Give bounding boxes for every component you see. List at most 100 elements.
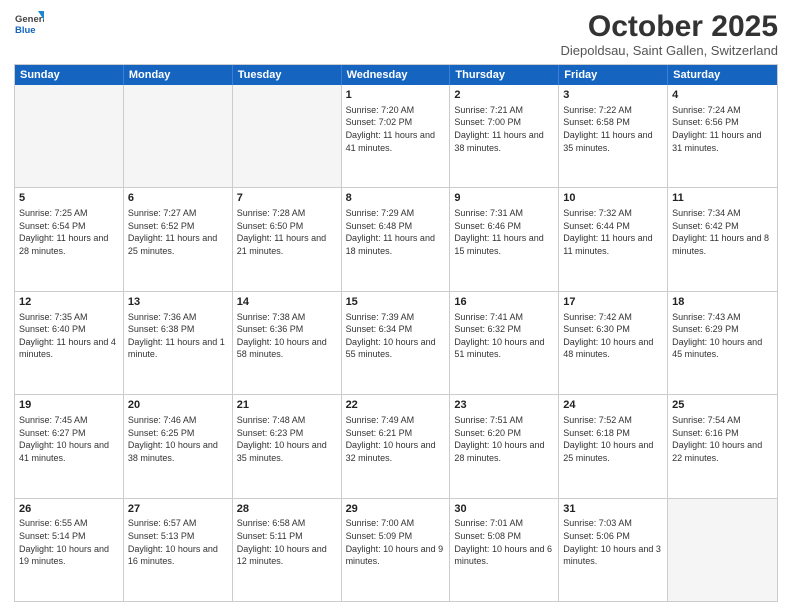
cell-info-11: Sunrise: 7:34 AM Sunset: 6:42 PM Dayligh… xyxy=(672,207,773,257)
cell-info-15: Sunrise: 7:39 AM Sunset: 6:34 PM Dayligh… xyxy=(346,311,446,361)
cell-info-29: Sunrise: 7:00 AM Sunset: 5:09 PM Dayligh… xyxy=(346,517,446,567)
week-row-4: 26Sunrise: 6:55 AM Sunset: 5:14 PM Dayli… xyxy=(15,498,777,601)
cal-cell-1-1: 6Sunrise: 7:27 AM Sunset: 6:52 PM Daylig… xyxy=(124,188,233,290)
title-block: October 2025 Diepoldsau, Saint Gallen, S… xyxy=(560,10,778,58)
cal-cell-3-5: 24Sunrise: 7:52 AM Sunset: 6:18 PM Dayli… xyxy=(559,395,668,497)
cal-cell-0-6: 4Sunrise: 7:24 AM Sunset: 6:56 PM Daylig… xyxy=(668,85,777,187)
calendar: Sunday Monday Tuesday Wednesday Thursday… xyxy=(14,64,778,602)
day-num-18: 18 xyxy=(672,295,773,310)
cal-cell-3-1: 20Sunrise: 7:46 AM Sunset: 6:25 PM Dayli… xyxy=(124,395,233,497)
day-num-6: 6 xyxy=(128,191,228,206)
logo-svg: General Blue xyxy=(14,10,44,40)
day-num-2: 2 xyxy=(454,88,554,103)
cal-cell-4-2: 28Sunrise: 6:58 AM Sunset: 5:11 PM Dayli… xyxy=(233,499,342,601)
day-num-25: 25 xyxy=(672,398,773,413)
day-num-20: 20 xyxy=(128,398,228,413)
cell-info-18: Sunrise: 7:43 AM Sunset: 6:29 PM Dayligh… xyxy=(672,311,773,361)
header-sunday: Sunday xyxy=(15,65,124,85)
cal-cell-0-1 xyxy=(124,85,233,187)
header: General Blue October 2025 Diepoldsau, Sa… xyxy=(14,10,778,58)
cal-cell-3-0: 19Sunrise: 7:45 AM Sunset: 6:27 PM Dayli… xyxy=(15,395,124,497)
day-num-10: 10 xyxy=(563,191,663,206)
cal-cell-0-3: 1Sunrise: 7:20 AM Sunset: 7:02 PM Daylig… xyxy=(342,85,451,187)
cal-cell-4-4: 30Sunrise: 7:01 AM Sunset: 5:08 PM Dayli… xyxy=(450,499,559,601)
cell-info-12: Sunrise: 7:35 AM Sunset: 6:40 PM Dayligh… xyxy=(19,311,119,361)
svg-text:Blue: Blue xyxy=(15,25,36,36)
day-num-11: 11 xyxy=(672,191,773,206)
cal-cell-4-1: 27Sunrise: 6:57 AM Sunset: 5:13 PM Dayli… xyxy=(124,499,233,601)
cal-cell-2-6: 18Sunrise: 7:43 AM Sunset: 6:29 PM Dayli… xyxy=(668,292,777,394)
day-num-30: 30 xyxy=(454,502,554,517)
cal-cell-2-1: 13Sunrise: 7:36 AM Sunset: 6:38 PM Dayli… xyxy=(124,292,233,394)
cell-info-28: Sunrise: 6:58 AM Sunset: 5:11 PM Dayligh… xyxy=(237,517,337,567)
cell-info-30: Sunrise: 7:01 AM Sunset: 5:08 PM Dayligh… xyxy=(454,517,554,567)
day-num-13: 13 xyxy=(128,295,228,310)
day-num-8: 8 xyxy=(346,191,446,206)
cal-cell-3-6: 25Sunrise: 7:54 AM Sunset: 6:16 PM Dayli… xyxy=(668,395,777,497)
cell-info-17: Sunrise: 7:42 AM Sunset: 6:30 PM Dayligh… xyxy=(563,311,663,361)
week-row-2: 12Sunrise: 7:35 AM Sunset: 6:40 PM Dayli… xyxy=(15,291,777,394)
page: General Blue October 2025 Diepoldsau, Sa… xyxy=(0,0,792,612)
header-saturday: Saturday xyxy=(668,65,777,85)
cell-info-2: Sunrise: 7:21 AM Sunset: 7:00 PM Dayligh… xyxy=(454,104,554,154)
cell-info-23: Sunrise: 7:51 AM Sunset: 6:20 PM Dayligh… xyxy=(454,414,554,464)
cal-cell-4-3: 29Sunrise: 7:00 AM Sunset: 5:09 PM Dayli… xyxy=(342,499,451,601)
cal-cell-2-4: 16Sunrise: 7:41 AM Sunset: 6:32 PM Dayli… xyxy=(450,292,559,394)
calendar-header: Sunday Monday Tuesday Wednesday Thursday… xyxy=(15,65,777,85)
cell-info-9: Sunrise: 7:31 AM Sunset: 6:46 PM Dayligh… xyxy=(454,207,554,257)
day-num-31: 31 xyxy=(563,502,663,517)
week-row-3: 19Sunrise: 7:45 AM Sunset: 6:27 PM Dayli… xyxy=(15,394,777,497)
header-thursday: Thursday xyxy=(450,65,559,85)
cell-info-3: Sunrise: 7:22 AM Sunset: 6:58 PM Dayligh… xyxy=(563,104,663,154)
day-num-5: 5 xyxy=(19,191,119,206)
cal-cell-2-0: 12Sunrise: 7:35 AM Sunset: 6:40 PM Dayli… xyxy=(15,292,124,394)
day-num-7: 7 xyxy=(237,191,337,206)
cal-cell-2-5: 17Sunrise: 7:42 AM Sunset: 6:30 PM Dayli… xyxy=(559,292,668,394)
cal-cell-1-4: 9Sunrise: 7:31 AM Sunset: 6:46 PM Daylig… xyxy=(450,188,559,290)
cal-cell-1-0: 5Sunrise: 7:25 AM Sunset: 6:54 PM Daylig… xyxy=(15,188,124,290)
cal-cell-0-2 xyxy=(233,85,342,187)
cell-info-31: Sunrise: 7:03 AM Sunset: 5:06 PM Dayligh… xyxy=(563,517,663,567)
cell-info-14: Sunrise: 7:38 AM Sunset: 6:36 PM Dayligh… xyxy=(237,311,337,361)
cal-cell-1-6: 11Sunrise: 7:34 AM Sunset: 6:42 PM Dayli… xyxy=(668,188,777,290)
cal-cell-4-0: 26Sunrise: 6:55 AM Sunset: 5:14 PM Dayli… xyxy=(15,499,124,601)
header-friday: Friday xyxy=(559,65,668,85)
cell-info-1: Sunrise: 7:20 AM Sunset: 7:02 PM Dayligh… xyxy=(346,104,446,154)
day-num-26: 26 xyxy=(19,502,119,517)
day-num-17: 17 xyxy=(563,295,663,310)
day-num-27: 27 xyxy=(128,502,228,517)
cal-cell-2-3: 15Sunrise: 7:39 AM Sunset: 6:34 PM Dayli… xyxy=(342,292,451,394)
cell-info-24: Sunrise: 7:52 AM Sunset: 6:18 PM Dayligh… xyxy=(563,414,663,464)
day-num-16: 16 xyxy=(454,295,554,310)
day-num-22: 22 xyxy=(346,398,446,413)
cal-cell-1-3: 8Sunrise: 7:29 AM Sunset: 6:48 PM Daylig… xyxy=(342,188,451,290)
week-row-1: 5Sunrise: 7:25 AM Sunset: 6:54 PM Daylig… xyxy=(15,187,777,290)
logo: General Blue xyxy=(14,10,44,40)
cell-info-19: Sunrise: 7:45 AM Sunset: 6:27 PM Dayligh… xyxy=(19,414,119,464)
cell-info-10: Sunrise: 7:32 AM Sunset: 6:44 PM Dayligh… xyxy=(563,207,663,257)
day-num-15: 15 xyxy=(346,295,446,310)
day-num-23: 23 xyxy=(454,398,554,413)
header-wednesday: Wednesday xyxy=(342,65,451,85)
cal-cell-3-3: 22Sunrise: 7:49 AM Sunset: 6:21 PM Dayli… xyxy=(342,395,451,497)
cal-cell-3-2: 21Sunrise: 7:48 AM Sunset: 6:23 PM Dayli… xyxy=(233,395,342,497)
cell-info-7: Sunrise: 7:28 AM Sunset: 6:50 PM Dayligh… xyxy=(237,207,337,257)
cell-info-4: Sunrise: 7:24 AM Sunset: 6:56 PM Dayligh… xyxy=(672,104,773,154)
cell-info-13: Sunrise: 7:36 AM Sunset: 6:38 PM Dayligh… xyxy=(128,311,228,361)
cell-info-25: Sunrise: 7:54 AM Sunset: 6:16 PM Dayligh… xyxy=(672,414,773,464)
cal-cell-0-0 xyxy=(15,85,124,187)
cell-info-8: Sunrise: 7:29 AM Sunset: 6:48 PM Dayligh… xyxy=(346,207,446,257)
day-num-1: 1 xyxy=(346,88,446,103)
location: Diepoldsau, Saint Gallen, Switzerland xyxy=(560,43,778,58)
day-num-28: 28 xyxy=(237,502,337,517)
cal-cell-0-5: 3Sunrise: 7:22 AM Sunset: 6:58 PM Daylig… xyxy=(559,85,668,187)
month-title: October 2025 xyxy=(560,10,778,43)
cal-cell-2-2: 14Sunrise: 7:38 AM Sunset: 6:36 PM Dayli… xyxy=(233,292,342,394)
cell-info-20: Sunrise: 7:46 AM Sunset: 6:25 PM Dayligh… xyxy=(128,414,228,464)
cell-info-22: Sunrise: 7:49 AM Sunset: 6:21 PM Dayligh… xyxy=(346,414,446,464)
header-tuesday: Tuesday xyxy=(233,65,342,85)
day-num-9: 9 xyxy=(454,191,554,206)
cal-cell-3-4: 23Sunrise: 7:51 AM Sunset: 6:20 PM Dayli… xyxy=(450,395,559,497)
day-num-14: 14 xyxy=(237,295,337,310)
svg-text:General: General xyxy=(15,14,44,25)
